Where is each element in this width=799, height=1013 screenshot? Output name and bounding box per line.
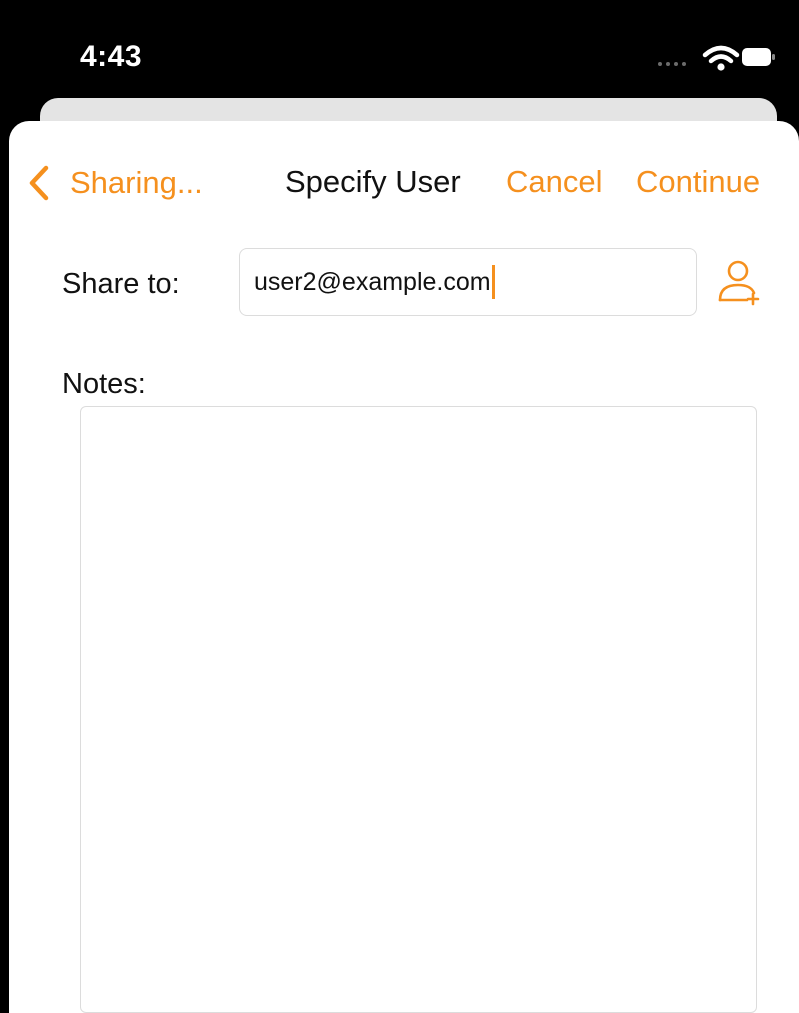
cancel-button[interactable]: Cancel: [506, 164, 603, 200]
cellular-dots-icon: [658, 62, 694, 68]
add-person-icon[interactable]: [713, 258, 763, 306]
chevron-left-icon: [29, 165, 49, 201]
page-title: Specify User: [285, 164, 461, 199]
back-button-label: Sharing...: [70, 165, 203, 200]
notes-textarea[interactable]: [80, 406, 757, 1013]
continue-button[interactable]: Continue: [636, 164, 760, 200]
battery-icon: [742, 48, 775, 66]
share-to-field[interactable]: user2@example.com: [239, 248, 697, 316]
wifi-icon: [702, 45, 740, 71]
screen: 4:43 Sharing... Specify User Cancel Cont…: [0, 0, 799, 1013]
text-cursor: [491, 265, 495, 299]
notes-label: Notes:: [62, 368, 146, 400]
status-bar: 4:43: [0, 0, 799, 100]
share-to-value: user2@example.com: [254, 267, 491, 296]
share-to-label: Share to:: [62, 268, 180, 300]
status-time: 4:43: [80, 40, 143, 73]
back-button[interactable]: Sharing...: [26, 163, 203, 203]
